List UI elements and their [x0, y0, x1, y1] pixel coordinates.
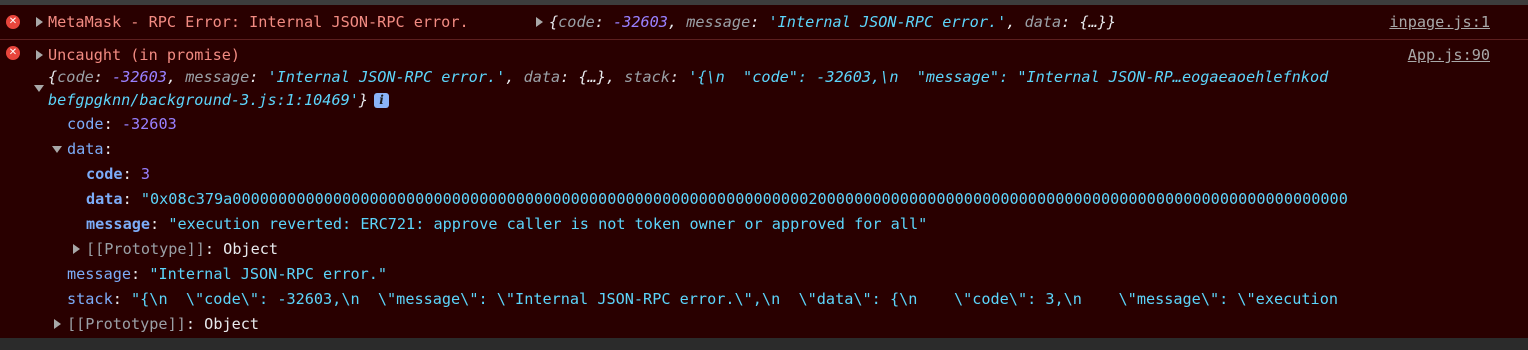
- expand-prototype-triangle-icon[interactable]: [71, 238, 81, 260]
- prop-data-prototype[interactable]: [[Prototype]]: Object: [86, 238, 278, 260]
- prop-data-code: code: 3: [86, 165, 151, 183]
- error-object-summary[interactable]: {code: -32603, message: 'Internal JSON-R…: [48, 66, 1498, 88]
- collapse-triangle-icon[interactable]: [34, 77, 44, 99]
- info-icon[interactable]: i: [374, 93, 390, 108]
- error-object-preview[interactable]: {code: -32603, message: 'Internal JSON-R…: [549, 11, 1116, 33]
- expand-prototype-triangle-icon[interactable]: [52, 313, 62, 335]
- console-error-message-uncaught[interactable]: ✕ Uncaught (in promise) App.js:90 {code:…: [0, 40, 1528, 338]
- prop-stack: stack: "{\n \"code\": -32603,\n \"messag…: [67, 290, 1338, 308]
- source-link-inpage[interactable]: inpage.js:1: [1389, 11, 1490, 33]
- error-circle-icon: ✕: [6, 15, 20, 29]
- error-object-summary-wrap: befgpgknn/background-3.js:1:10469'} i: [48, 89, 390, 111]
- console-error-message-metamask[interactable]: ✕ MetaMask - RPC Error: Internal JSON-RP…: [0, 5, 1528, 40]
- uncaught-promise-text: Uncaught (in promise): [48, 46, 241, 64]
- error-circle-icon: ✕: [6, 46, 20, 60]
- console-prompt-area[interactable]: [0, 338, 1528, 350]
- prop-message: message: "Internal JSON-RPC error.": [67, 265, 388, 283]
- source-link-app[interactable]: App.js:90: [1408, 44, 1490, 66]
- expand-triangle-icon[interactable]: [34, 11, 44, 33]
- prop-prototype[interactable]: [[Prototype]]: Object: [67, 313, 259, 335]
- prop-code: code: -32603: [67, 115, 177, 133]
- prop-data-message: message: "execution reverted: ERC721: ap…: [86, 215, 928, 233]
- prop-data-data: data: "0x08c379a000000000000000000000000…: [86, 190, 1348, 208]
- error-message-text: MetaMask - RPC Error: Internal JSON-RPC …: [48, 13, 469, 31]
- prop-data[interactable]: data:: [67, 138, 113, 160]
- expand-object-triangle-icon[interactable]: [534, 11, 544, 33]
- collapse-data-triangle-icon[interactable]: [52, 138, 62, 160]
- expand-triangle-icon[interactable]: [34, 44, 44, 66]
